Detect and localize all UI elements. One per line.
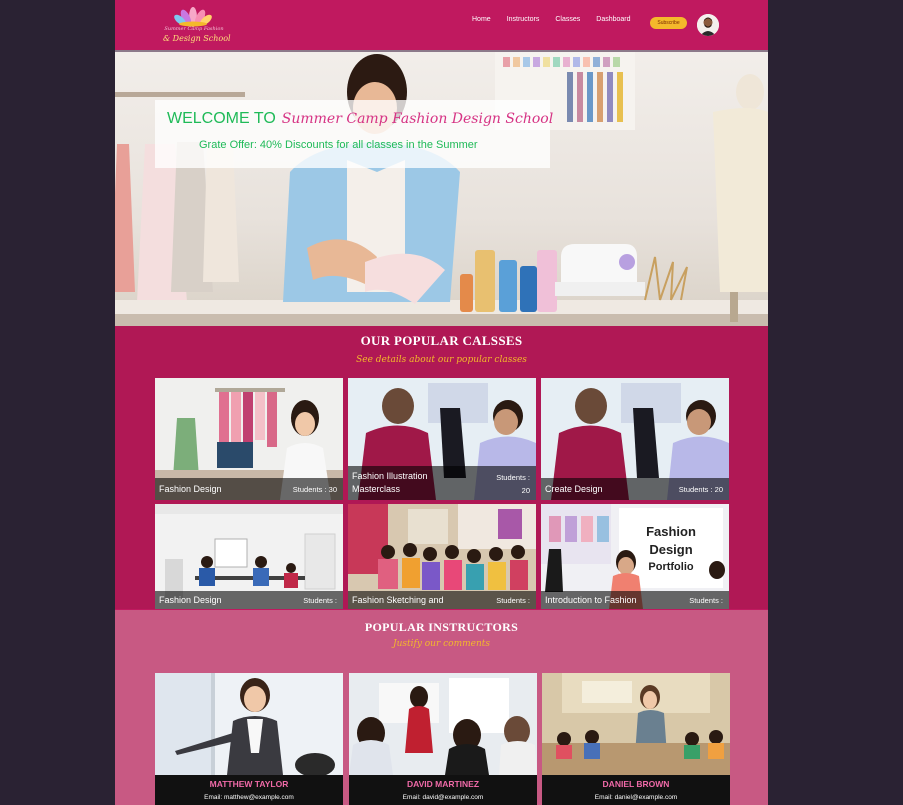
hero-school-name: Summer Camp Fashion Design School xyxy=(281,111,554,127)
popular-instructors-section: POPULAR INSTRUCTORS Justify our comments… xyxy=(115,610,768,805)
nav-menu: Home Instructors Classes Dashboard xyxy=(472,16,631,23)
class-title: Create Design xyxy=(545,484,603,494)
instructor-card[interactable]: MATTHEW TAYLOR Email: matthew@example.co… xyxy=(155,673,343,805)
class-card[interactable]: Fashion Design Students : xyxy=(155,504,343,609)
class-students: Students : xyxy=(689,596,723,605)
instructor-email: Email: matthew@example.com xyxy=(204,794,294,801)
class-title: Fashion Design xyxy=(159,595,222,605)
instructors-subtitle: Justify our comments xyxy=(392,639,491,649)
navbar: Summer Camp Fashion & Design School Home… xyxy=(115,0,768,52)
class-title: Fashion Sketching and xyxy=(352,595,444,605)
class-students: Students : 20 xyxy=(496,473,530,495)
instructor-name: DANIEL BROWN xyxy=(602,779,670,789)
class-card[interactable]: Fashion Design Portfolio Introduction to… xyxy=(541,504,729,609)
subscribe-button[interactable]: Subscribe xyxy=(650,17,687,29)
instructor-card[interactable]: DANIEL BROWN Email: daniel@example.com xyxy=(542,673,730,805)
hero-image xyxy=(115,52,768,326)
class-card[interactable]: Fashion Illustration Masterclass Student… xyxy=(348,378,536,500)
portfolio-text-line2: Design xyxy=(649,542,692,557)
classes-subtitle: See details about our popular classes xyxy=(356,355,527,365)
instructor-email: Email: david@example.com xyxy=(402,794,484,801)
nav-dashboard[interactable]: Dashboard xyxy=(596,16,630,23)
hero-text-box: WELCOME TO Summer Camp Fashion Design Sch… xyxy=(155,100,553,168)
instructor-photo xyxy=(349,673,537,775)
lotus-logo-icon xyxy=(174,7,212,27)
class-info-bar: Fashion Illustration Masterclass Student… xyxy=(348,466,536,500)
class-info-bar: Fashion Design Students : xyxy=(155,591,343,609)
class-card[interactable]: Fashion Sketching and Students : xyxy=(348,504,536,609)
class-card[interactable]: Fashion Design Students : 30 xyxy=(155,378,343,500)
class-title: Fashion Illustration Masterclass xyxy=(352,471,428,494)
instructor-photo xyxy=(542,673,730,775)
nav-instructors[interactable]: Instructors xyxy=(507,16,540,23)
portfolio-text-line3: Portfolio xyxy=(648,561,693,573)
user-photo-icon xyxy=(697,14,719,36)
class-info-bar: Fashion Sketching and Students : xyxy=(348,591,536,609)
hero-banner: WELCOME TO Summer Camp Fashion Design Sch… xyxy=(115,52,768,326)
hero-title: WELCOME TO Summer Camp Fashion Design Sch… xyxy=(167,110,553,128)
class-students: Students : xyxy=(303,596,337,605)
hero-welcome: WELCOME TO xyxy=(167,110,276,127)
instructor-card[interactable]: DAVID MARTINEZ Email: david@example.com xyxy=(349,673,537,805)
popular-classes-section: OUR POPULAR CALSSES See details about ou… xyxy=(115,326,768,609)
classes-title: OUR POPULAR CALSSES xyxy=(360,333,523,348)
instructor-name: DAVID MARTINEZ xyxy=(406,779,480,789)
class-info-bar: Create Design Students : 20 xyxy=(541,478,729,500)
logo-text-line1: Summer Camp Fashion xyxy=(164,26,224,32)
class-info-bar: Introduction to Fashion Students : xyxy=(541,591,729,609)
hero-offer: Grate Offer: 40% Discounts for all class… xyxy=(199,139,478,151)
portfolio-text-line1: Fashion xyxy=(646,524,696,539)
class-info-bar: Fashion Design Students : 30 xyxy=(155,478,343,500)
instructor-name: MATTHEW TAYLOR xyxy=(209,779,289,789)
class-students: Students : 20 xyxy=(678,485,723,494)
nav-classes[interactable]: Classes xyxy=(555,16,580,23)
class-card[interactable]: Create Design Students : 20 xyxy=(541,378,729,500)
nav-home[interactable]: Home xyxy=(472,16,491,23)
logo[interactable]: Summer Camp Fashion & Design School xyxy=(163,5,231,47)
instructor-photo xyxy=(155,673,343,775)
class-students: Students : 30 xyxy=(292,485,337,494)
class-title: Fashion Design xyxy=(159,484,222,494)
class-students: Students : xyxy=(496,596,530,605)
page: Summer Camp Fashion & Design School Home… xyxy=(115,0,768,805)
user-avatar[interactable] xyxy=(697,14,719,36)
logo-text-line2: & Design School xyxy=(163,34,231,43)
class-title: Introduction to Fashion xyxy=(545,595,637,605)
instructor-email: Email: daniel@example.com xyxy=(594,794,678,801)
instructors-title: POPULAR INSTRUCTORS xyxy=(364,620,519,634)
